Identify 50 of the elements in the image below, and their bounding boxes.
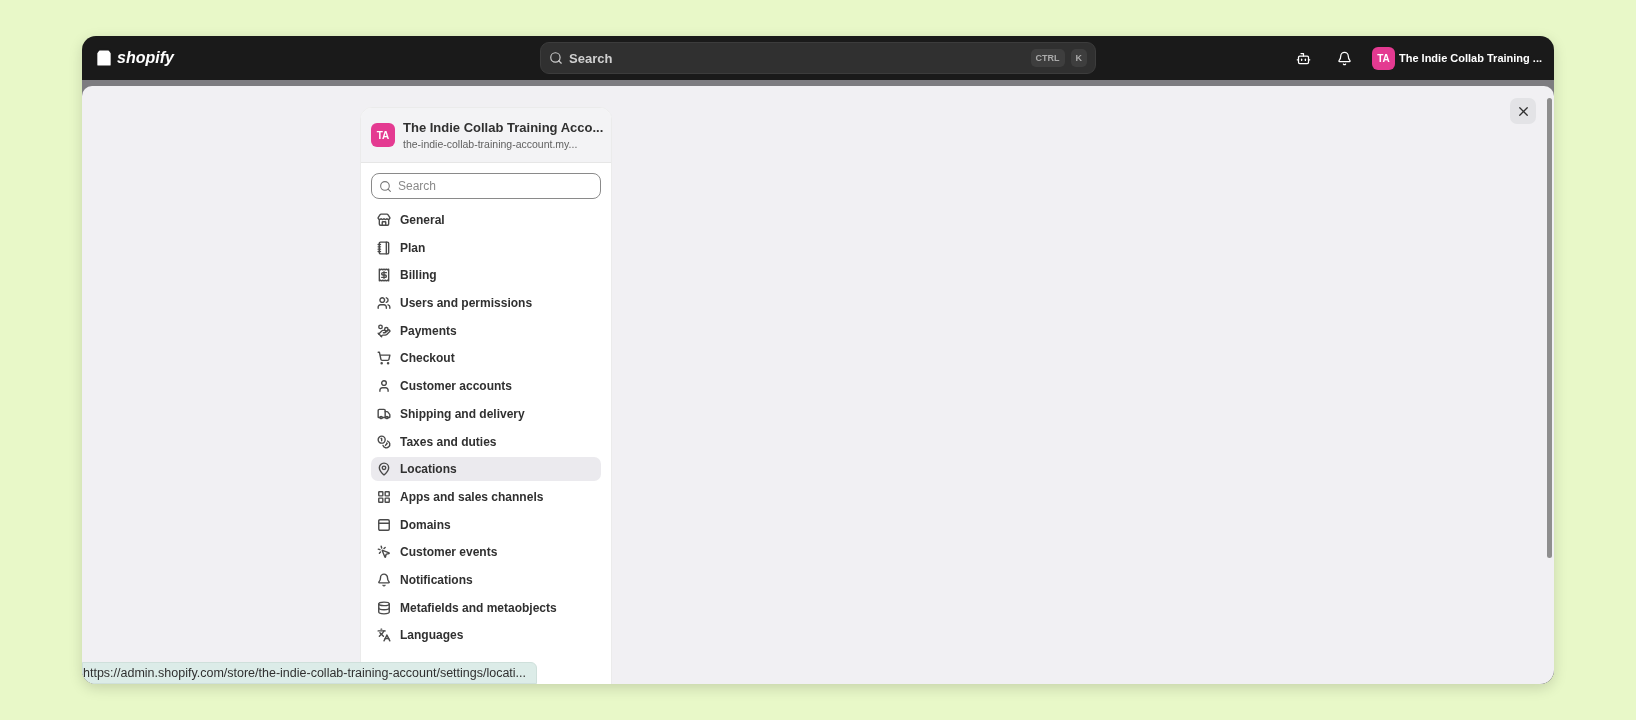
store-avatar: TA bbox=[1372, 46, 1395, 70]
shortcut-key: K bbox=[1070, 49, 1087, 67]
logo-text: shopify bbox=[117, 49, 174, 67]
coins-icon bbox=[377, 434, 391, 449]
store-name: The Indie Collab Training ... bbox=[1399, 52, 1542, 64]
bell-icon bbox=[377, 572, 391, 587]
pointer-click-icon bbox=[377, 545, 391, 560]
database-icon bbox=[377, 600, 391, 615]
settings-nav-item[interactable]: Taxes and duties bbox=[371, 429, 601, 454]
settings-nav-item[interactable]: Metafields and metaobjects bbox=[371, 595, 601, 620]
settings-nav-item[interactable]: General bbox=[371, 208, 601, 232]
truck-icon bbox=[377, 406, 391, 421]
store-avatar: TA bbox=[371, 123, 395, 147]
status-url: https://admin.shopify.com/store/the-indie-collab-training-account/settings/locati... bbox=[82, 662, 538, 684]
search-field[interactable]: Search bbox=[371, 173, 601, 199]
languages-icon bbox=[377, 628, 391, 643]
settings-nav-item[interactable]: Billing bbox=[371, 263, 601, 288]
grid-icon bbox=[377, 489, 391, 504]
cart-icon bbox=[377, 351, 391, 366]
person-icon bbox=[377, 379, 391, 394]
browser-window-icon bbox=[377, 517, 391, 532]
settings-nav-item[interactable]: Users and permissions bbox=[371, 291, 601, 316]
settings-nav-item[interactable]: Customer events bbox=[371, 540, 601, 565]
scrollbar[interactable] bbox=[1547, 98, 1552, 558]
receipt-icon bbox=[377, 268, 391, 283]
settings-nav-item[interactable]: Customer accounts bbox=[371, 374, 601, 399]
map-pin-icon bbox=[377, 462, 391, 477]
store-domain: the-indie-collab-training-account.my... bbox=[403, 138, 579, 150]
shortcut-key: CTRL bbox=[1030, 49, 1065, 67]
store-name: The Indie Collab Training Acco... bbox=[403, 120, 601, 135]
settings-nav-item[interactable]: Checkout bbox=[371, 346, 601, 371]
settings-nav-item[interactable]: Payments bbox=[371, 318, 601, 343]
settings-nav-item[interactable]: Plan bbox=[371, 235, 601, 260]
settings-nav-item[interactable]: Domains bbox=[371, 512, 601, 537]
search-field[interactable]: Search CTRL K bbox=[540, 42, 1096, 74]
shopping-bag-icon bbox=[94, 48, 114, 68]
hand-coins-icon bbox=[377, 323, 391, 338]
search-icon bbox=[549, 51, 563, 65]
close-button[interactable] bbox=[1510, 98, 1536, 124]
search-icon bbox=[379, 180, 392, 193]
settings-nav-item[interactable]: Shipping and delivery bbox=[371, 401, 601, 426]
notebook-icon bbox=[377, 240, 391, 255]
settings-nav-item[interactable]: Languages bbox=[371, 623, 601, 648]
search-placeholder: Search bbox=[569, 50, 614, 66]
store-icon bbox=[377, 213, 391, 227]
settings-nav-item[interactable]: Notifications bbox=[371, 567, 601, 592]
account-button[interactable]: TA The Indie Collab Training ... bbox=[1372, 46, 1542, 70]
settings-nav-item[interactable]: Apps and sales channels bbox=[371, 484, 601, 509]
settings-nav-item[interactable]: Locations bbox=[371, 457, 601, 482]
users-icon bbox=[377, 296, 391, 311]
